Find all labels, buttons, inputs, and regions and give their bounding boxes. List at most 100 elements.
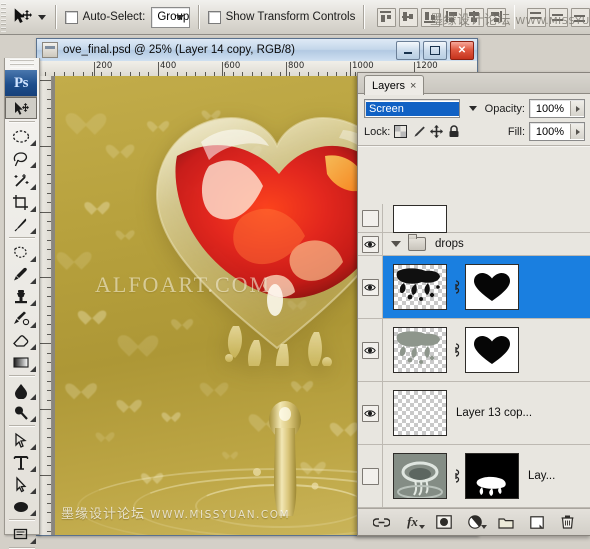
layer-mask-thumbnail[interactable]: [465, 453, 519, 499]
tool-flyout-arrow-icon[interactable]: [30, 394, 36, 400]
delete-layer-icon[interactable]: [559, 514, 576, 530]
layer-thumbnail[interactable]: [393, 390, 447, 436]
show-transform-controls-checkbox[interactable]: [207, 10, 221, 24]
blur-tool[interactable]: [5, 379, 37, 401]
dodge-tool[interactable]: [5, 401, 37, 423]
align-right-edges-icon[interactable]: [486, 7, 506, 27]
blend-mode-dropdown[interactable]: Screen: [364, 99, 460, 118]
tool-flyout-arrow-icon[interactable]: [30, 488, 36, 494]
new-adjustment-layer-icon[interactable]: [466, 514, 487, 530]
tool-flyout-arrow-icon[interactable]: [30, 344, 36, 350]
layer-group-row[interactable]: drops: [358, 233, 590, 256]
tool-flyout-arrow-icon[interactable]: [30, 162, 36, 168]
tool-flyout-arrow-icon[interactable]: [30, 184, 36, 190]
path-selection-tool[interactable]: [5, 473, 37, 495]
toolbox-grip[interactable]: [10, 59, 34, 68]
layer-thumbnail[interactable]: [393, 453, 447, 499]
tool-flyout-arrow-icon[interactable]: [30, 300, 36, 306]
crop-tool[interactable]: [5, 191, 37, 213]
layer-visibility-cell[interactable]: [358, 382, 383, 444]
link-layers-icon[interactable]: [373, 514, 390, 530]
tool-flyout-arrow-icon[interactable]: [30, 538, 36, 544]
tool-flyout-arrow-icon[interactable]: [30, 278, 36, 284]
layer-mask-thumbnail[interactable]: [465, 327, 519, 373]
tool-flyout-arrow-icon[interactable]: [30, 466, 36, 472]
eye-icon-hidden[interactable]: [361, 209, 379, 227]
eyedropper-tool[interactable]: [5, 213, 37, 235]
move-tool[interactable]: [5, 97, 37, 119]
layer-row[interactable]: Lay...: [358, 445, 590, 508]
tool-flyout-arrow-icon[interactable]: [30, 444, 36, 450]
align-top-edges-icon[interactable]: [376, 7, 396, 27]
tool-flyout-arrow-icon[interactable]: [30, 140, 36, 146]
history-brush-tool[interactable]: [5, 307, 37, 329]
distribute-bottom-edges-icon[interactable]: [571, 7, 590, 27]
clone-stamp-tool[interactable]: [5, 285, 37, 307]
layer-row[interactable]: [358, 319, 590, 382]
lasso-tool[interactable]: [5, 147, 37, 169]
tool-flyout-arrow-icon[interactable]: [30, 228, 36, 234]
layer-row[interactable]: [358, 204, 590, 233]
opacity-slider-arrow-icon[interactable]: [570, 101, 584, 116]
eye-icon[interactable]: [361, 341, 379, 359]
minimize-button[interactable]: [396, 41, 420, 60]
document-title-bar[interactable]: ove_final.psd @ 25% (Layer 14 copy, RGB/…: [37, 39, 477, 62]
notes-tool[interactable]: [5, 523, 37, 545]
tool-flyout-arrow-icon[interactable]: [30, 366, 36, 372]
align-vertical-centers-icon[interactable]: [398, 7, 418, 27]
eye-icon-hidden[interactable]: [361, 467, 379, 485]
mask-link-icon[interactable]: [451, 280, 461, 295]
layer-thumbnail[interactable]: [393, 264, 447, 310]
tool-flyout-arrow-icon[interactable]: [30, 416, 36, 422]
layer-visibility-cell[interactable]: [358, 319, 383, 381]
layer-list[interactable]: drops Layer 13 cop... Lay...: [358, 204, 590, 508]
layer-style-fx-icon[interactable]: fx: [404, 514, 425, 530]
lock-transparency-icon[interactable]: [394, 124, 408, 139]
eye-icon[interactable]: [361, 404, 379, 422]
layer-thumbnail[interactable]: [393, 327, 447, 373]
layer-row[interactable]: [358, 256, 590, 319]
brush-tool[interactable]: [5, 263, 37, 285]
close-icon[interactable]: ×: [410, 80, 416, 92]
tool-flyout-arrow-icon[interactable]: [30, 206, 36, 212]
layer-mask-thumbnail[interactable]: [465, 264, 519, 310]
tool-preset-picker[interactable]: [38, 4, 48, 30]
lock-image-icon[interactable]: [412, 125, 426, 139]
eye-icon[interactable]: [361, 235, 379, 253]
close-button[interactable]: ✕: [450, 41, 474, 60]
tool-flyout-arrow-icon[interactable]: [30, 510, 36, 516]
auto-select-dropdown[interactable]: Group: [151, 6, 191, 28]
layer-visibility-cell[interactable]: [358, 445, 383, 507]
opacity-stepper[interactable]: 100%: [529, 99, 585, 118]
gradient-tool[interactable]: [5, 351, 37, 373]
tab-layers[interactable]: Layers ×: [364, 75, 425, 95]
chevron-down-icon[interactable]: [468, 106, 477, 111]
distribute-vertical-centers-icon[interactable]: [549, 7, 569, 27]
align-horizontal-centers-icon[interactable]: [464, 7, 484, 27]
restore-button[interactable]: [423, 41, 447, 60]
fill-slider-arrow-icon[interactable]: [570, 124, 584, 139]
pen-tool[interactable]: [5, 429, 37, 451]
current-tool-icon[interactable]: [12, 4, 32, 30]
mask-link-icon[interactable]: [451, 469, 461, 484]
align-bottom-edges-icon[interactable]: [420, 7, 440, 27]
layer-visibility-cell[interactable]: [358, 204, 383, 232]
eye-icon[interactable]: [361, 278, 379, 296]
lock-position-icon[interactable]: [430, 124, 444, 139]
layer-visibility-cell[interactable]: [358, 256, 383, 318]
tool-flyout-arrow-icon[interactable]: [30, 256, 36, 262]
options-bar-grip[interactable]: [1, 2, 6, 32]
align-left-edges-icon[interactable]: [442, 7, 462, 27]
group-disclosure-triangle-icon[interactable]: [391, 241, 401, 247]
add-layer-mask-icon[interactable]: [435, 514, 452, 530]
new-layer-icon[interactable]: [528, 514, 545, 530]
layer-row[interactable]: Layer 13 cop...: [358, 382, 590, 445]
layer-visibility-cell[interactable]: [358, 233, 383, 255]
fill-stepper[interactable]: 100%: [529, 122, 585, 141]
auto-select-checkbox[interactable]: [64, 10, 78, 24]
ellipse-shape-tool[interactable]: [5, 495, 37, 517]
distribute-top-edges-icon[interactable]: [527, 7, 547, 27]
tool-flyout-arrow-icon[interactable]: [30, 322, 36, 328]
new-group-icon[interactable]: [497, 514, 514, 530]
elliptical-marquee-tool[interactable]: [5, 125, 37, 147]
